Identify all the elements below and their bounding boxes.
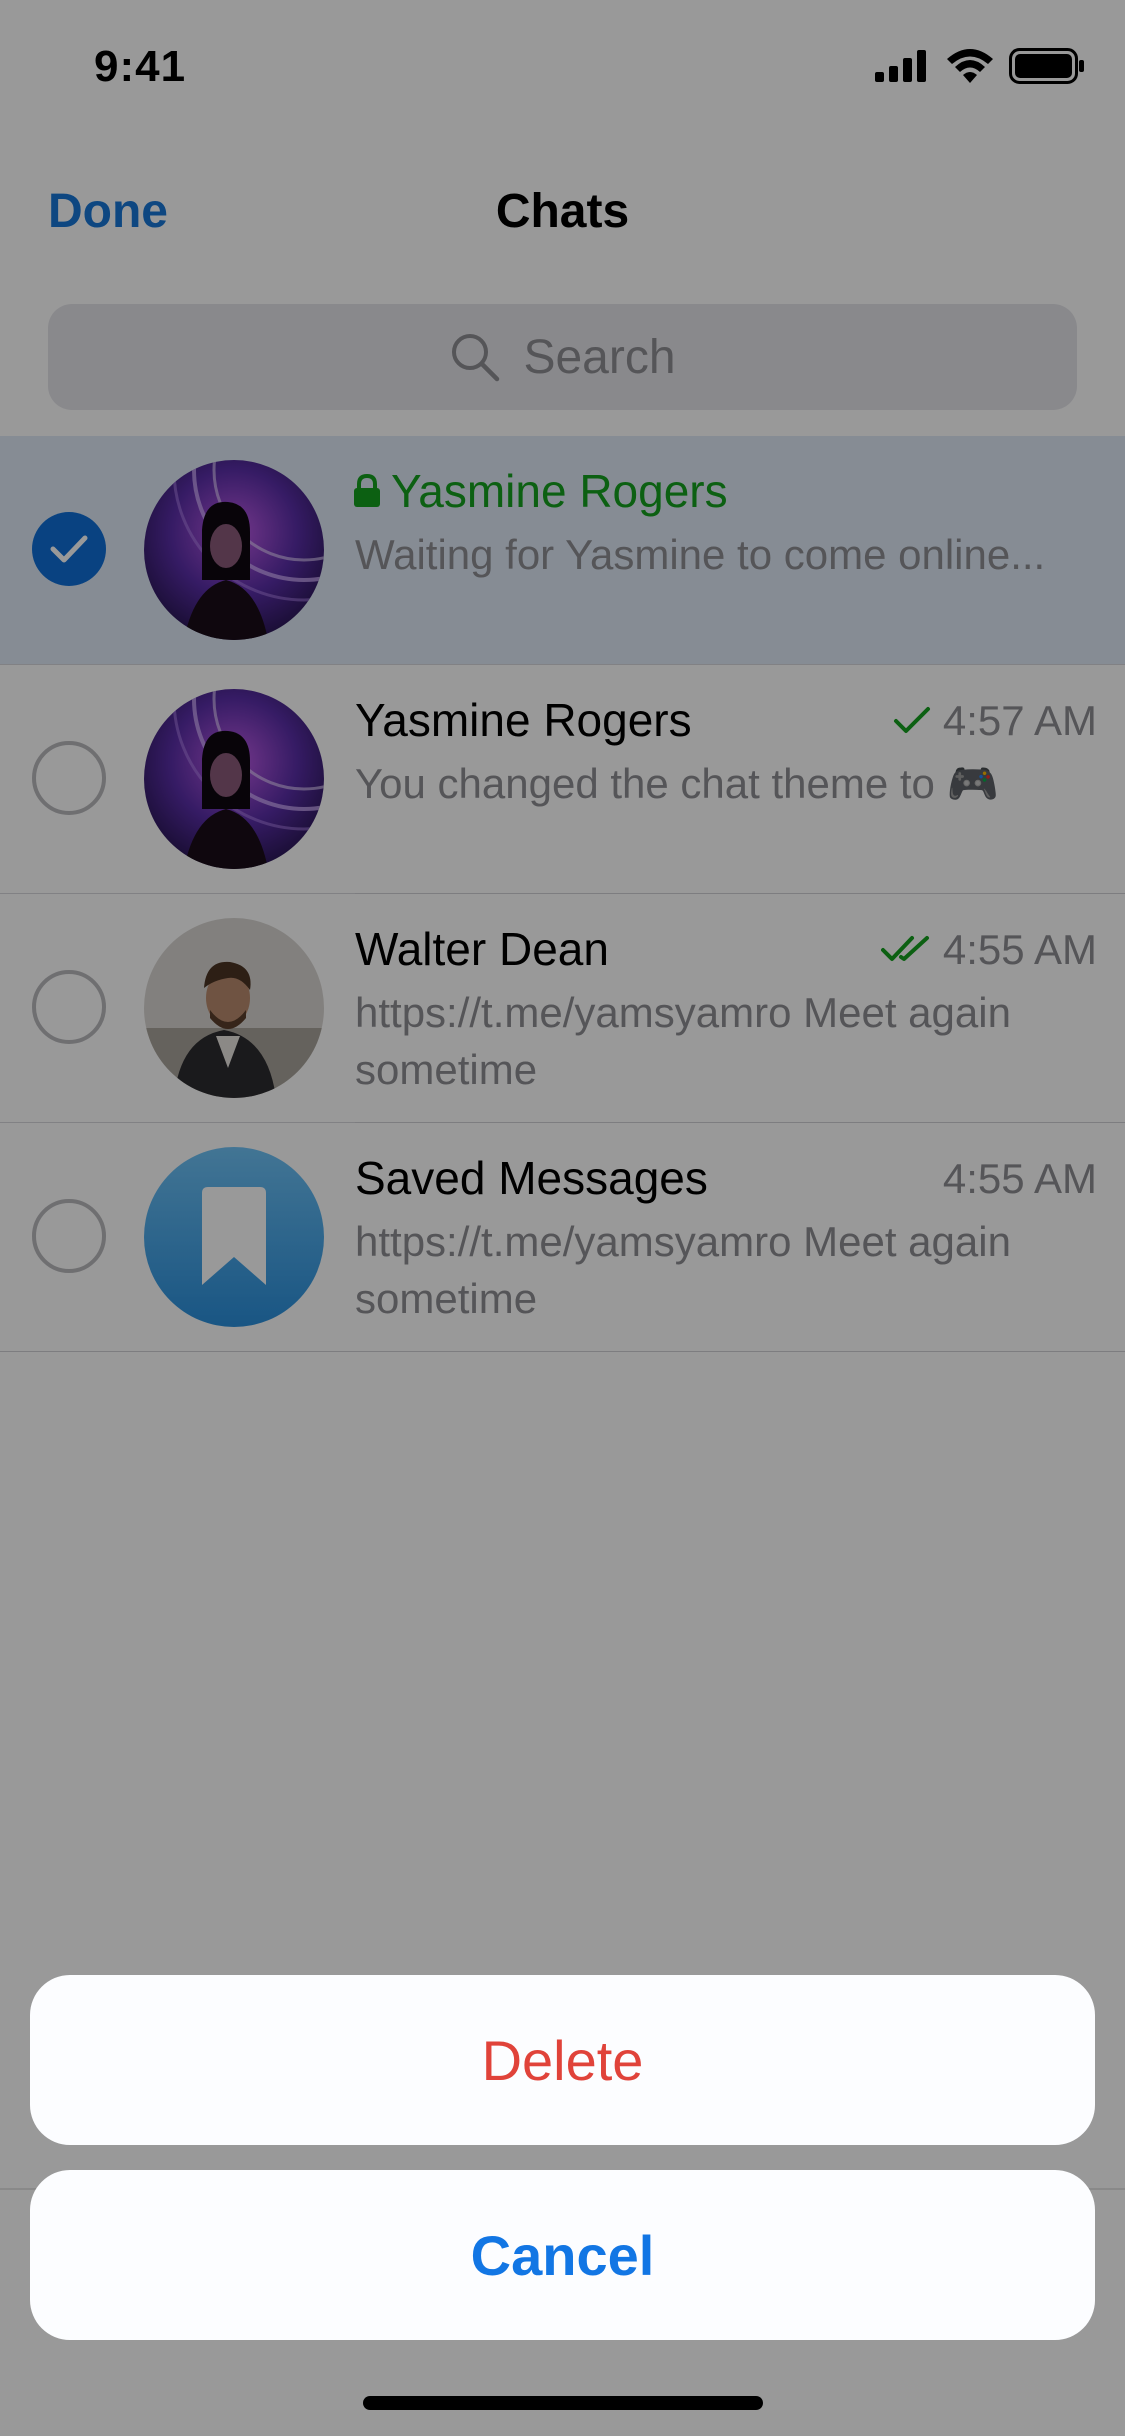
- delete-button[interactable]: Delete: [30, 1975, 1095, 2145]
- screen: 9:41 Done Chats Search Yasmine Rogers Wa…: [0, 0, 1125, 2436]
- home-indicator: [363, 2396, 763, 2410]
- cancel-button[interactable]: Cancel: [30, 2170, 1095, 2340]
